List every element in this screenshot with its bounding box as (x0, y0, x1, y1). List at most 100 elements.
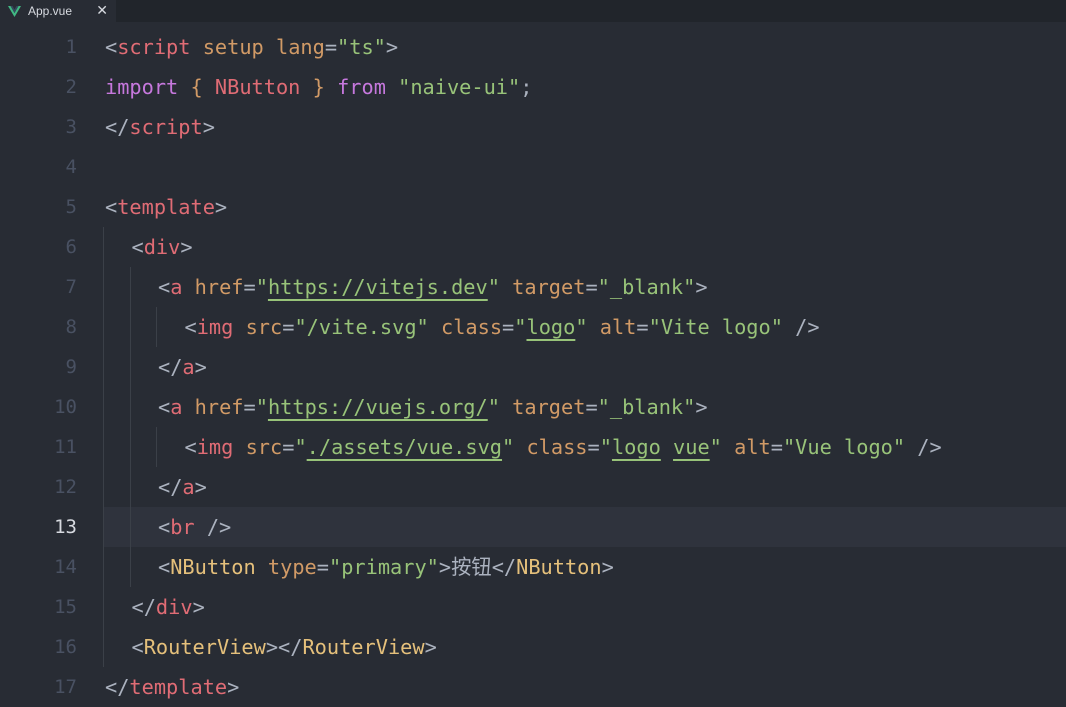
code-token: " (575, 315, 588, 339)
code-token: = (282, 435, 295, 459)
code-line[interactable]: 9 </a> (0, 347, 1066, 387)
code-token: a (170, 275, 183, 299)
code-token: a (182, 475, 195, 499)
code-token: </ (105, 675, 130, 699)
code-token: script (117, 35, 191, 59)
tab-app-vue[interactable]: App.vue ✕ (0, 0, 116, 22)
code-line[interactable]: 2 import { NButton } from "naive-ui"; (0, 67, 1066, 107)
code-token: class (526, 435, 588, 459)
code-token: = (324, 35, 338, 59)
code-token: " (255, 275, 268, 299)
code-text: <NButton type="primary">按钮</NButton> (158, 547, 614, 587)
code-token: </ (131, 595, 156, 619)
code-token: > (385, 35, 399, 59)
code-token: " (255, 395, 268, 419)
code-token: < (131, 235, 144, 259)
line-number: 7 (65, 276, 77, 298)
code-token: div (143, 235, 181, 259)
code-token: " (487, 395, 500, 419)
code-token: vue (673, 435, 710, 459)
code-token: import (105, 75, 179, 99)
code-token: < (158, 275, 171, 299)
code-token: template (129, 675, 228, 699)
line-number: 13 (54, 516, 77, 538)
code-token: "primary" (328, 555, 439, 579)
line-number: 8 (65, 316, 77, 338)
code-token: https://vitejs.dev (267, 275, 488, 299)
code-line[interactable]: 14 <NButton type="primary">按钮</NButton> (0, 547, 1066, 587)
code-line[interactable]: 4 (0, 147, 1066, 187)
code-token: { (190, 75, 203, 99)
code-token: "_blank" (597, 275, 696, 299)
code-line[interactable]: 16 <RouterView></RouterView> (0, 627, 1066, 667)
close-icon[interactable]: ✕ (96, 2, 108, 19)
code-token: br (170, 515, 195, 539)
code-line[interactable]: 12 </a> (0, 467, 1066, 507)
code-line[interactable]: 13 <br /> (0, 507, 1066, 547)
code-token: /> (905, 435, 942, 459)
code-token: > (695, 275, 708, 299)
tab-label: App.vue (28, 4, 73, 18)
line-number: 3 (65, 116, 77, 138)
code-token: /> (194, 515, 232, 539)
line-number: 2 (65, 76, 77, 98)
line-number: 1 (65, 36, 77, 58)
code-token: = (587, 435, 600, 459)
code-token: = (636, 315, 649, 339)
code-token: NButton (214, 75, 301, 99)
code-line[interactable]: 7 <a href="https://vitejs.dev" target="_b… (0, 267, 1066, 307)
code-token: href (194, 395, 244, 419)
code-token: < (158, 555, 171, 579)
code-token: ./assets/vue.svg (306, 435, 503, 459)
code-token: src (245, 435, 283, 459)
code-token: lang (275, 35, 325, 59)
code-token: = (770, 435, 783, 459)
code-token: class (440, 315, 503, 339)
code-token: = (243, 275, 256, 299)
code-token: > (202, 115, 215, 139)
indent-guide (103, 227, 104, 667)
code-token: < (105, 195, 118, 219)
code-token: a (170, 395, 183, 419)
code-token: a (182, 355, 195, 379)
code-line[interactable]: 3 </script> (0, 107, 1066, 147)
code-line[interactable]: 6 <div> (0, 227, 1066, 267)
code-token: </ (105, 115, 130, 139)
code-line[interactable]: 17 </template> (0, 667, 1066, 707)
code-line[interactable]: 5 <template> (0, 187, 1066, 227)
code-token: template (117, 195, 215, 219)
code-line[interactable]: 15 </div> (0, 587, 1066, 627)
code-token: = (585, 395, 598, 419)
indent-guide (129, 267, 131, 587)
code-token: " (599, 435, 612, 459)
line-number: 16 (54, 636, 77, 658)
code-editor[interactable]: 1 <script setup lang="ts"> 2 import { NButt… (0, 27, 1066, 702)
line-number: 12 (54, 476, 77, 498)
code-token: </ (158, 475, 183, 499)
code-text: <div> (132, 227, 193, 267)
code-token: RouterView (143, 635, 266, 659)
code-line[interactable]: 10 <a href="https://vuejs.org/" target="_… (0, 387, 1066, 427)
code-token: ></ (265, 635, 303, 659)
line-number: 10 (54, 396, 77, 418)
code-line[interactable]: 8 <img src="/vite.svg" class="logo" alt="… (0, 307, 1066, 347)
code-line[interactable]: 11 <img src="./assets/vue.svg" class="log… (0, 427, 1066, 467)
indent-guide (156, 307, 157, 347)
code-token: logo (611, 435, 661, 459)
code-token: "Vue logo" (782, 435, 906, 459)
code-text: <script setup lang="ts"> (105, 27, 398, 67)
code-token: > (227, 675, 240, 699)
code-line[interactable]: 1 <script setup lang="ts"> (0, 27, 1066, 67)
code-token: > (438, 555, 452, 579)
code-token: " (514, 315, 527, 339)
code-token: = (243, 395, 256, 419)
